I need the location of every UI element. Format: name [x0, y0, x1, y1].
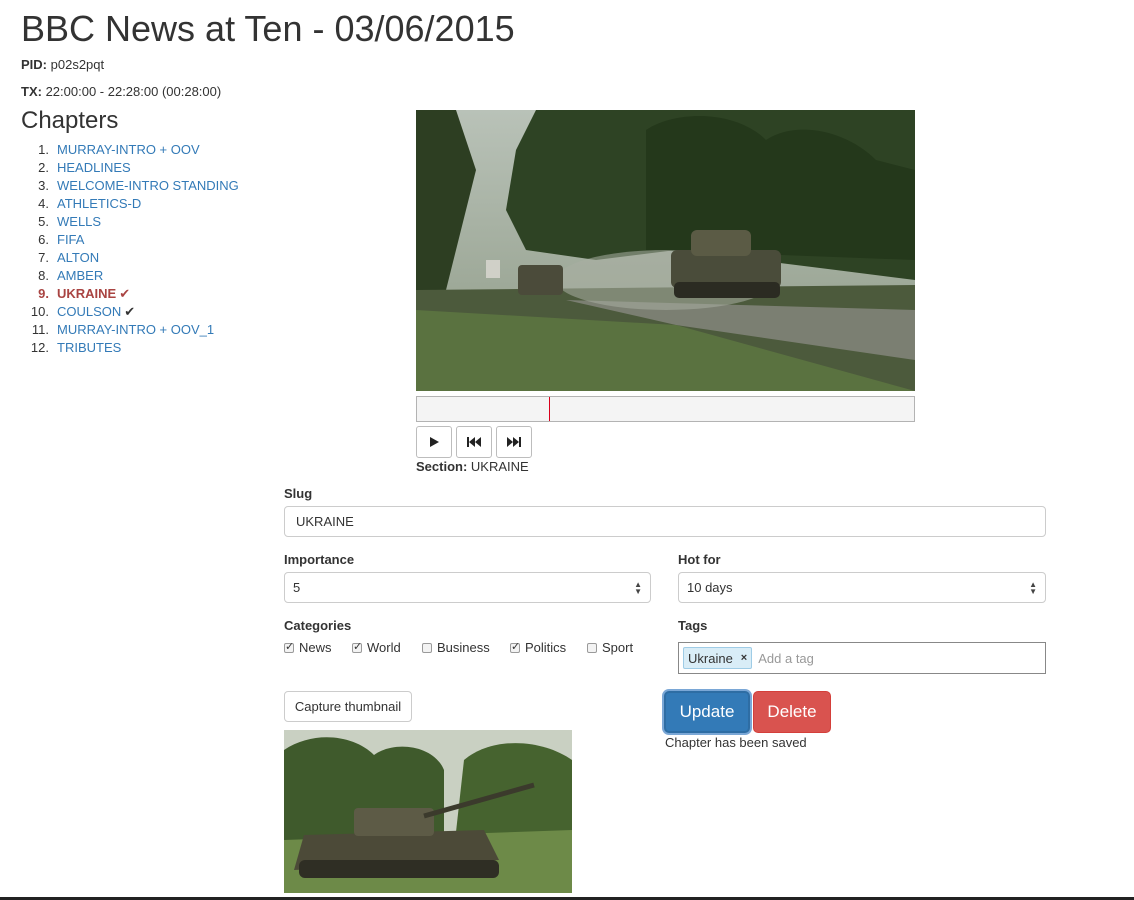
hot-for-select[interactable]: 10 days ▲ ▼: [678, 572, 1046, 603]
skip-back-button[interactable]: [456, 426, 492, 458]
chapter-item: 5. WELLS: [21, 213, 239, 231]
chapter-link[interactable]: MURRAY-INTRO + OOV_1: [57, 322, 214, 337]
chapter-item: 11. MURRAY-INTRO + OOV_1: [21, 321, 239, 339]
category-label: Sport: [602, 640, 634, 655]
tags-label: Tags: [678, 618, 708, 633]
chapter-link-active[interactable]: UKRAINE: [57, 286, 116, 301]
checkmark-icon: ✔: [119, 286, 131, 301]
chapter-number: 5.: [38, 214, 49, 229]
chapter-item: 6. FIFA: [21, 231, 239, 249]
category-news[interactable]: News: [284, 640, 332, 655]
play-icon: [430, 437, 439, 447]
chapter-list: 1. MURRAY-INTRO + OOV 2. HEADLINES 3. WELCO…: [21, 141, 239, 357]
importance-select[interactable]: 5 ▲ ▼: [284, 572, 651, 603]
tag-chip: Ukraine ×: [683, 647, 753, 669]
video-timeline[interactable]: [416, 396, 915, 422]
chapter-number: 9.: [38, 286, 49, 301]
skip-forward-button[interactable]: [496, 426, 532, 458]
chapter-link[interactable]: FIFA: [57, 232, 84, 247]
hot-for-label: Hot for: [678, 552, 721, 567]
category-label: News: [299, 640, 332, 655]
select-arrows-icon: ▲ ▼: [634, 579, 642, 596]
category-label: Politics: [525, 640, 567, 655]
delete-button[interactable]: Delete: [753, 691, 831, 733]
slug-value: UKRAINE: [296, 514, 354, 529]
chapters-heading: Chapters: [21, 107, 119, 134]
chapter-number: 6.: [38, 232, 49, 247]
chapter-link[interactable]: ALTON: [57, 250, 99, 265]
chapter-item: 4. ATHLETICS-D: [21, 195, 239, 213]
pid-label: PID:: [21, 57, 47, 72]
chapter-number: 2.: [38, 160, 49, 175]
chapter-link[interactable]: MURRAY-INTRO + OOV: [57, 142, 200, 157]
pid-line: PID: p02s2pqt: [21, 57, 104, 72]
thumbnail-image: [284, 730, 572, 893]
play-button[interactable]: [416, 426, 452, 458]
chapter-number: 11.: [31, 322, 49, 337]
category-sport[interactable]: Sport: [587, 640, 633, 655]
tx-value: 22:00:00 - 22:28:00 (00:28:00): [45, 84, 222, 99]
checkbox-unchecked[interactable]: [422, 642, 432, 653]
chapter-number: 8.: [38, 268, 49, 283]
importance-value: 5: [293, 580, 301, 595]
checkbox-checked[interactable]: [510, 640, 520, 653]
hot-for-value: 10 days: [687, 580, 733, 595]
chapter-number: 10.: [30, 304, 49, 319]
skip-back-icon: [467, 437, 481, 447]
chapter-number: 4.: [38, 196, 49, 211]
section-line: Section: UKRAINE: [416, 459, 529, 474]
chapter-item: 8. AMBER: [21, 267, 239, 285]
update-button[interactable]: Update: [664, 691, 750, 733]
capture-thumbnail-button[interactable]: Capture thumbnail: [284, 691, 412, 722]
chapter-item: 12. TRIBUTES: [21, 339, 239, 357]
skip-forward-icon: [507, 437, 521, 447]
chapter-item: 7. ALTON: [21, 249, 239, 267]
chapter-link[interactable]: AMBER: [57, 268, 103, 283]
checkmark-icon: ✔: [124, 304, 136, 319]
section-value: UKRAINE: [470, 459, 529, 474]
category-business[interactable]: Business: [422, 640, 490, 655]
video-frame-image: [416, 110, 915, 391]
category-politics[interactable]: Politics: [510, 640, 566, 655]
pid-value: p02s2pqt: [50, 57, 105, 72]
chapter-number: 12.: [30, 340, 49, 355]
chapter-item: 2. HEADLINES: [21, 159, 239, 177]
chapter-link[interactable]: HEADLINES: [57, 160, 131, 175]
category-world[interactable]: World: [352, 640, 401, 655]
tx-line: TX: 22:00:00 - 22:28:00 (00:28:00): [21, 84, 221, 99]
tx-label: TX:: [21, 84, 42, 99]
section-label: Section:: [416, 459, 468, 474]
slug-label: Slug: [284, 486, 313, 501]
page-title: BBC News at Ten - 03/06/2015: [21, 8, 515, 49]
checkbox-checked[interactable]: [352, 640, 362, 653]
importance-label: Importance: [284, 552, 355, 567]
tag-remove-icon[interactable]: ×: [741, 652, 747, 664]
chapter-number: 3.: [38, 178, 49, 193]
chapter-link[interactable]: WELCOME-INTRO STANDING: [57, 178, 239, 193]
category-label: World: [367, 640, 401, 655]
chapter-link[interactable]: WELLS: [57, 214, 101, 229]
select-arrows-icon: ▲ ▼: [1029, 579, 1037, 596]
checkbox-unchecked[interactable]: [587, 642, 597, 653]
chapter-thumbnail: [284, 730, 572, 893]
chapter-item: 1. MURRAY-INTRO + OOV: [21, 141, 239, 159]
chapter-number: 7.: [38, 250, 49, 265]
playhead-marker[interactable]: [549, 397, 550, 421]
categories-label: Categories: [284, 618, 352, 633]
tag-label: Ukraine: [688, 650, 733, 666]
chapter-item-active: 9. UKRAINE ✔: [21, 285, 239, 303]
chapter-number: 1.: [38, 142, 49, 157]
slug-input[interactable]: UKRAINE: [284, 506, 1046, 537]
chapter-link[interactable]: ATHLETICS-D: [57, 196, 141, 211]
chapter-link[interactable]: COULSON: [57, 304, 121, 319]
tags-input[interactable]: Ukraine × Add a tag: [678, 642, 1046, 674]
tag-placeholder[interactable]: Add a tag: [758, 651, 814, 666]
chapter-item: 10. COULSON ✔: [21, 303, 239, 321]
chapter-item: 3. WELCOME-INTRO STANDING: [21, 177, 239, 195]
video-player[interactable]: [416, 110, 915, 391]
checkbox-checked[interactable]: [284, 640, 294, 653]
chapter-link[interactable]: TRIBUTES: [57, 340, 121, 355]
category-label: Business: [437, 640, 490, 655]
saved-message: Chapter has been saved: [665, 735, 807, 750]
